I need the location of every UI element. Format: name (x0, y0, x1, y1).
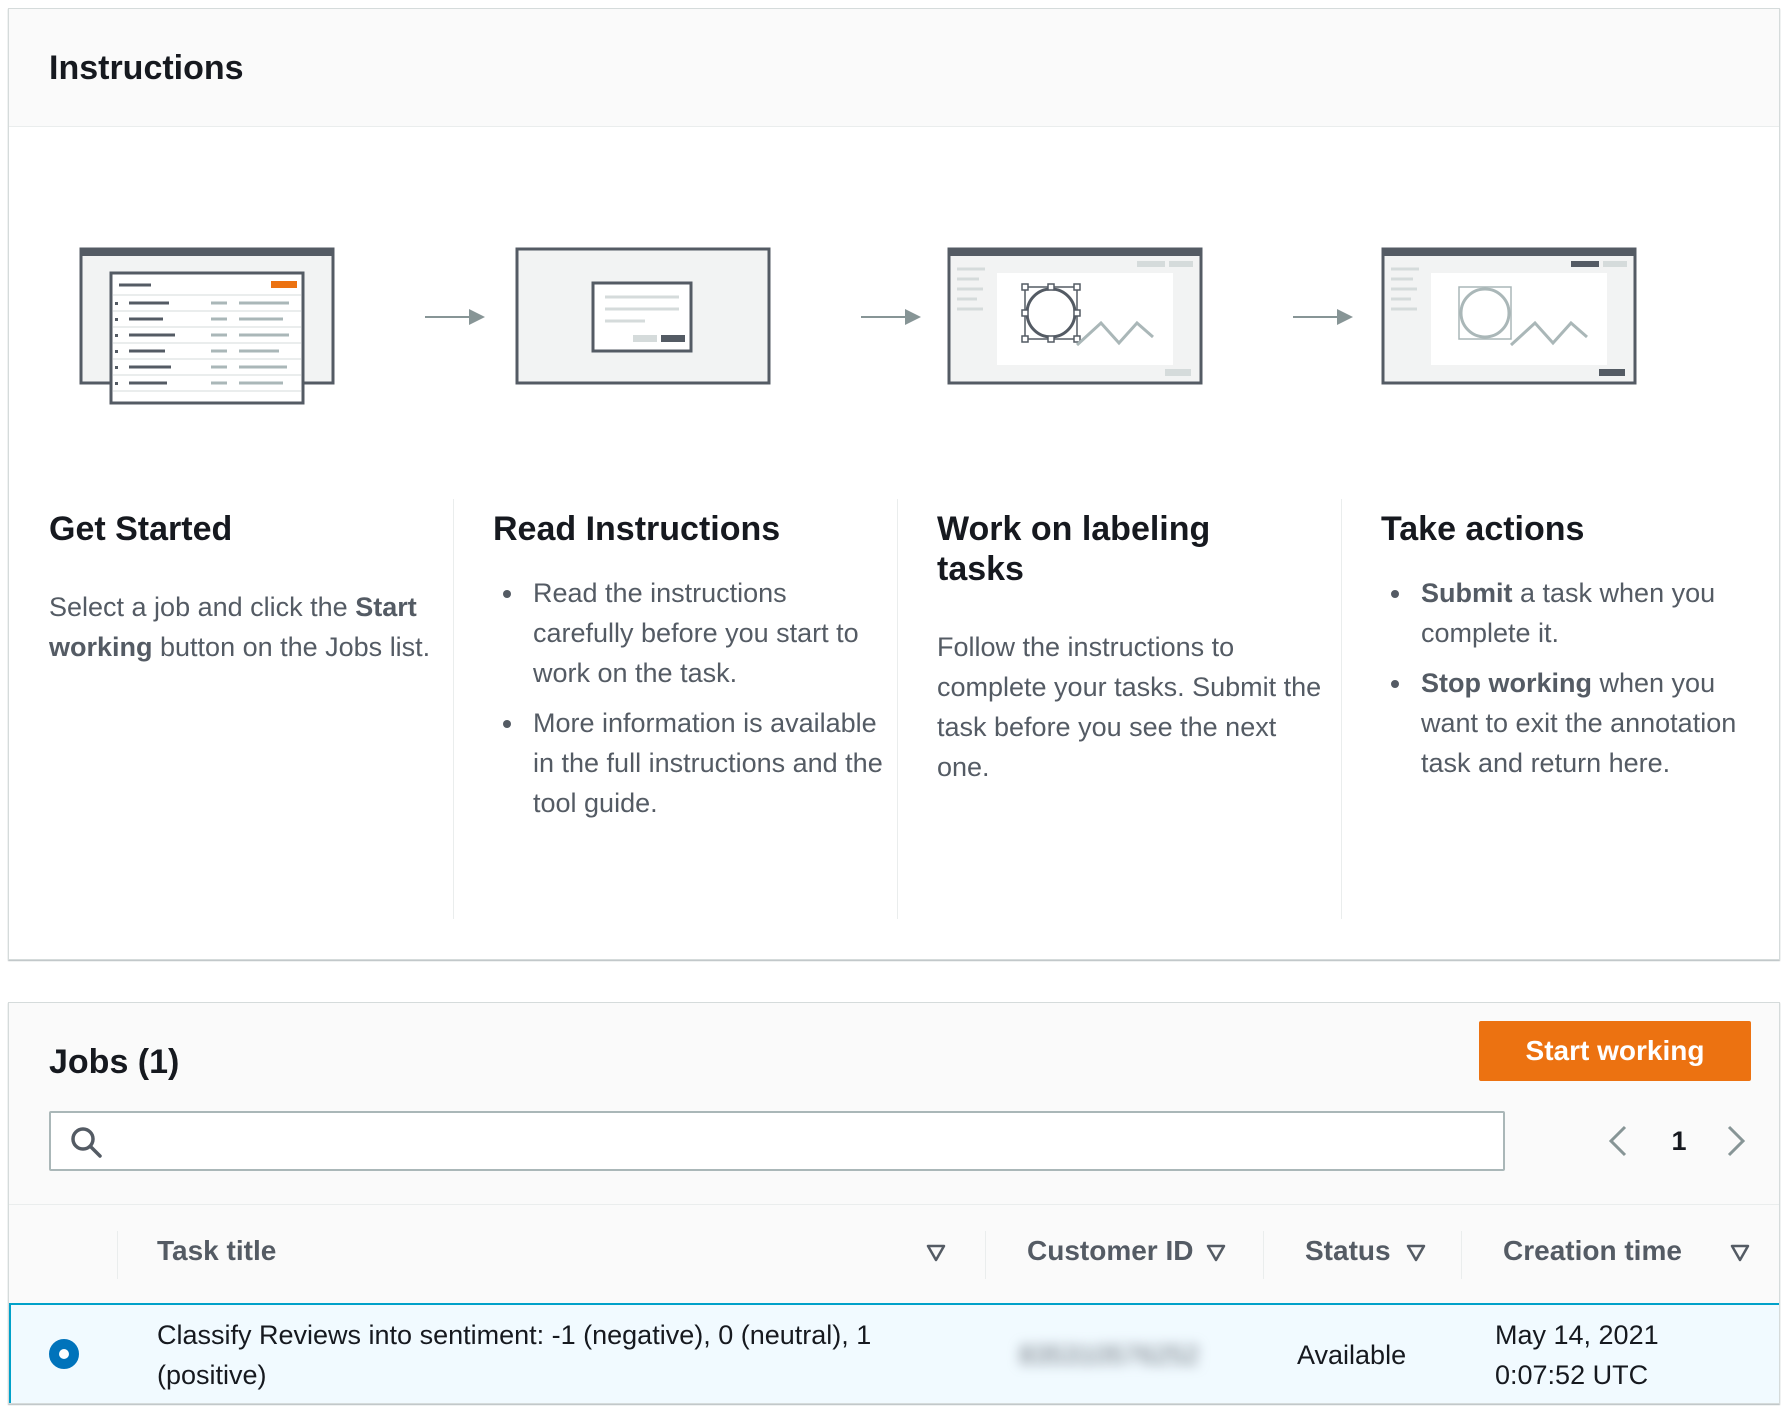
current-page-number[interactable]: 1 (1659, 1111, 1699, 1171)
column-separator (1461, 1231, 1462, 1279)
bullet-item: Read the instructions carefully before y… (493, 573, 883, 693)
instructions-title: Instructions (49, 49, 244, 87)
column-separator (117, 1231, 118, 1279)
step-work-on-tasks: Work on labeling tasks Follow the instru… (937, 509, 1327, 787)
table-row[interactable]: Classify Reviews into sentiment: -1 (neg… (9, 1303, 1779, 1403)
labeling-tool-illustration (947, 247, 1203, 407)
column-header-status[interactable]: Status (1265, 1205, 1461, 1305)
start-working-button[interactable]: Start working (1479, 1021, 1751, 1081)
arrow-right-icon (425, 309, 485, 325)
step-title: Work on labeling tasks (937, 510, 1211, 588)
step-take-actions: Take actions Submit a task when you comp… (1381, 509, 1771, 793)
bullet-item: Submit a task when you complete it. (1381, 573, 1771, 653)
task-title-line: Classify Reviews into sentiment: -1 (neg… (157, 1320, 872, 1350)
instructions-header: Instructions (9, 9, 1779, 127)
step-description: Select a job and click the Start working… (49, 587, 439, 667)
table-header: Task title Customer ID Status Creation t… (9, 1205, 1779, 1305)
column-label: Customer ID (1027, 1235, 1194, 1266)
next-page-button[interactable] (1715, 1111, 1755, 1171)
jobs-header: Jobs (1) Start working 1 (9, 1003, 1779, 1205)
instructions-illustration (515, 247, 771, 407)
column-label: Creation time (1503, 1235, 1682, 1266)
creation-date: May 14, 2021 (1495, 1320, 1659, 1350)
column-header-creation-time[interactable]: Creation time (1463, 1205, 1779, 1305)
column-separator (985, 1231, 986, 1279)
search-icon (71, 1127, 102, 1158)
sort-down-icon[interactable] (1729, 1241, 1751, 1263)
column-header-task-title[interactable]: Task title (119, 1205, 985, 1305)
step-text-part: Select a job and click the (49, 592, 356, 622)
status-cell: Available (1297, 1340, 1407, 1370)
arrow-right-icon (861, 309, 921, 325)
creation-time-cell: May 14, 2021 0:07:52 UTC (1495, 1315, 1659, 1395)
step-title: Take actions (1381, 510, 1585, 548)
sort-down-icon[interactable] (1405, 1241, 1427, 1263)
customer-id-cell: 835310576252 (1019, 1340, 1200, 1370)
task-title-line: (positive) (157, 1360, 267, 1390)
column-separator (1263, 1231, 1264, 1279)
task-title-cell: Classify Reviews into sentiment: -1 (neg… (157, 1315, 977, 1395)
jobs-panel: Jobs (1) Start working 1 Task title Cust… (8, 1002, 1780, 1404)
jobs-list-illustration (79, 247, 335, 407)
step-title: Read Instructions (493, 510, 781, 548)
column-label: Status (1305, 1235, 1391, 1266)
step-read-instructions: Read Instructions Read the instructions … (493, 509, 883, 833)
column-divider (897, 499, 898, 919)
step-bullets: Submit a task when you complete it. Stop… (1381, 573, 1771, 783)
bullet-item: More information is available in the ful… (493, 703, 883, 823)
column-divider (453, 499, 454, 919)
search-input[interactable] (121, 1119, 1491, 1163)
bullet-bold: Stop working (1421, 668, 1592, 698)
bullet-bold: Submit (1421, 578, 1513, 608)
take-actions-illustration (1381, 247, 1637, 407)
instructions-panel: Instructions Get Started Select a job an… (8, 8, 1780, 960)
column-header-customer-id[interactable]: Customer ID (987, 1205, 1263, 1305)
step-description: Follow the instructions to complete your… (937, 632, 1322, 782)
sort-down-icon[interactable] (925, 1241, 947, 1263)
arrow-right-icon (1293, 309, 1353, 325)
column-divider (1341, 499, 1342, 919)
previous-page-button[interactable] (1599, 1111, 1639, 1171)
chevron-right-icon (1727, 1125, 1746, 1157)
step-title: Get Started (49, 510, 233, 548)
step-get-started: Get Started Select a job and click the S… (49, 509, 439, 667)
chevron-left-icon (1608, 1125, 1627, 1157)
step-text-part: button on the Jobs list. (152, 632, 431, 662)
bullet-item: Stop working when you want to exit the a… (1381, 663, 1771, 783)
column-label: Task title (157, 1235, 277, 1266)
step-bullets: Read the instructions carefully before y… (493, 573, 883, 823)
search-box[interactable] (49, 1111, 1505, 1171)
jobs-title: Jobs (1) (49, 1043, 180, 1081)
creation-clock: 0:07:52 UTC (1495, 1360, 1649, 1390)
sort-down-icon[interactable] (1205, 1241, 1227, 1263)
row-select-radio[interactable] (49, 1339, 79, 1369)
